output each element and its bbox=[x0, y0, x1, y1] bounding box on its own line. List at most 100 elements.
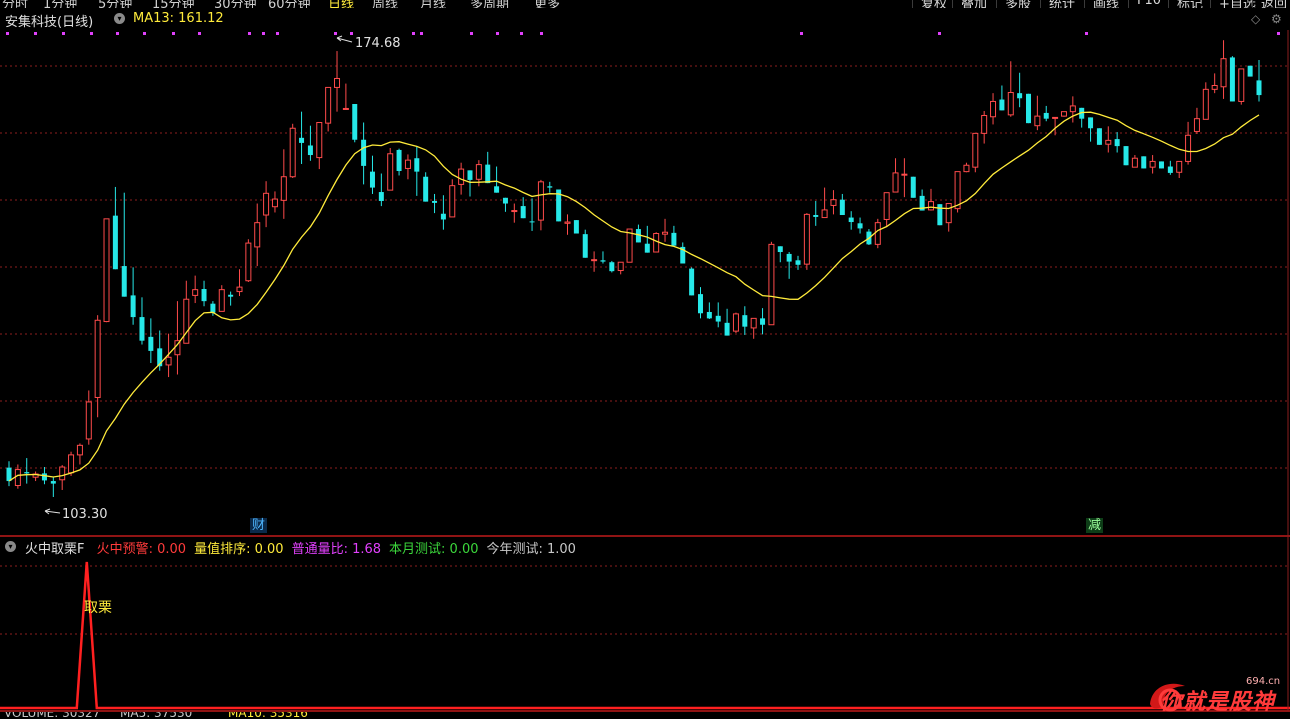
price-grid bbox=[0, 65, 1290, 469]
signal-dot bbox=[412, 32, 415, 35]
candle bbox=[1202, 82, 1209, 120]
candle-body bbox=[990, 100, 997, 118]
candle bbox=[85, 390, 92, 445]
candle-body bbox=[795, 260, 801, 265]
candle bbox=[830, 190, 837, 215]
candle-body bbox=[537, 181, 544, 221]
candle-body bbox=[289, 127, 296, 178]
finance-flag[interactable]: 财 bbox=[250, 518, 268, 533]
candle bbox=[963, 162, 970, 173]
volume-strip: VOLUME: 30327 MA5: 37530 MA10: 35316 bbox=[0, 712, 1290, 719]
candle-body bbox=[449, 185, 456, 218]
candle bbox=[1017, 72, 1023, 108]
candle bbox=[24, 458, 30, 484]
candle-body bbox=[1211, 85, 1218, 90]
candle-body bbox=[76, 444, 83, 456]
ma13-line bbox=[8, 111, 1260, 482]
candle bbox=[564, 214, 571, 235]
candle-body bbox=[839, 199, 845, 216]
signal-dot bbox=[34, 32, 37, 35]
candle bbox=[254, 203, 261, 267]
candle bbox=[591, 251, 598, 272]
diamond-icon[interactable]: ◇ bbox=[1251, 12, 1260, 26]
candle-body bbox=[1069, 105, 1076, 113]
settings-circle-icon[interactable]: ▾ bbox=[114, 13, 125, 24]
candle-body bbox=[467, 170, 473, 180]
candle bbox=[130, 267, 136, 325]
candle bbox=[342, 83, 349, 110]
candle bbox=[148, 318, 154, 364]
indicator-settings-icon[interactable]: ▾ bbox=[5, 541, 16, 552]
candle-body bbox=[299, 137, 305, 143]
candle bbox=[432, 193, 438, 214]
candle-body bbox=[316, 122, 323, 159]
candle-body bbox=[803, 213, 810, 265]
signal-dot bbox=[248, 32, 251, 35]
signal-dot bbox=[90, 32, 93, 35]
candle bbox=[1026, 93, 1032, 124]
candle bbox=[1096, 128, 1102, 145]
candle-body bbox=[689, 268, 695, 296]
high-arrow bbox=[336, 35, 353, 43]
signal-dot bbox=[276, 32, 279, 35]
candle bbox=[662, 218, 669, 242]
candle-body bbox=[6, 467, 12, 482]
signal-dot bbox=[334, 32, 337, 35]
reduce-flag[interactable]: 减 bbox=[1086, 518, 1104, 533]
candle-body bbox=[228, 294, 234, 297]
indicator-name[interactable]: 火中取栗F bbox=[25, 542, 84, 557]
candle-body bbox=[1193, 118, 1200, 132]
candle bbox=[192, 275, 199, 304]
indicator-grid bbox=[0, 565, 1290, 635]
candle-body bbox=[432, 200, 438, 203]
low-price-label: 103.30 bbox=[62, 507, 108, 522]
candle bbox=[271, 191, 278, 213]
candle-body bbox=[458, 168, 465, 185]
candle bbox=[1043, 105, 1049, 122]
candle-body bbox=[1017, 93, 1023, 99]
candle bbox=[1193, 107, 1200, 134]
candle bbox=[883, 192, 890, 228]
candle bbox=[1007, 61, 1014, 117]
candle bbox=[529, 198, 535, 231]
signal-dot bbox=[62, 32, 65, 35]
candle bbox=[999, 85, 1005, 111]
signal-label: 取栗 bbox=[84, 600, 112, 616]
indicator-readout-1: 量值排序: 0.00 bbox=[194, 542, 284, 557]
candle-body bbox=[378, 192, 384, 201]
candle bbox=[803, 213, 810, 270]
candle bbox=[32, 471, 39, 482]
candle bbox=[414, 146, 420, 196]
candle-body bbox=[1256, 80, 1262, 96]
candle bbox=[1176, 160, 1183, 179]
candle bbox=[59, 465, 66, 490]
candle-body bbox=[564, 221, 571, 224]
candle bbox=[280, 149, 287, 219]
candle bbox=[218, 285, 225, 312]
candle bbox=[76, 443, 83, 465]
candle bbox=[848, 211, 854, 230]
candle-body bbox=[1238, 68, 1245, 102]
candle bbox=[1069, 96, 1076, 123]
candle-body bbox=[440, 213, 446, 220]
candle-body bbox=[972, 132, 979, 168]
candle-body bbox=[768, 243, 775, 326]
candle-body bbox=[724, 322, 730, 336]
candle bbox=[396, 148, 402, 176]
candle-body bbox=[1247, 65, 1253, 77]
gear-icon[interactable]: ⚙ bbox=[1271, 12, 1282, 26]
candle-body bbox=[830, 199, 837, 206]
candle bbox=[352, 104, 358, 143]
candle-body bbox=[502, 197, 508, 204]
candle bbox=[537, 179, 544, 231]
candle-body bbox=[342, 107, 349, 110]
candle-body bbox=[494, 186, 500, 193]
candle-body bbox=[14, 469, 21, 487]
candle-body bbox=[1088, 117, 1094, 129]
candle-body bbox=[1096, 128, 1102, 145]
candle-body bbox=[112, 215, 118, 270]
candle-body bbox=[1026, 93, 1032, 124]
candle bbox=[617, 261, 624, 275]
candle bbox=[857, 217, 863, 234]
candle bbox=[502, 197, 508, 212]
